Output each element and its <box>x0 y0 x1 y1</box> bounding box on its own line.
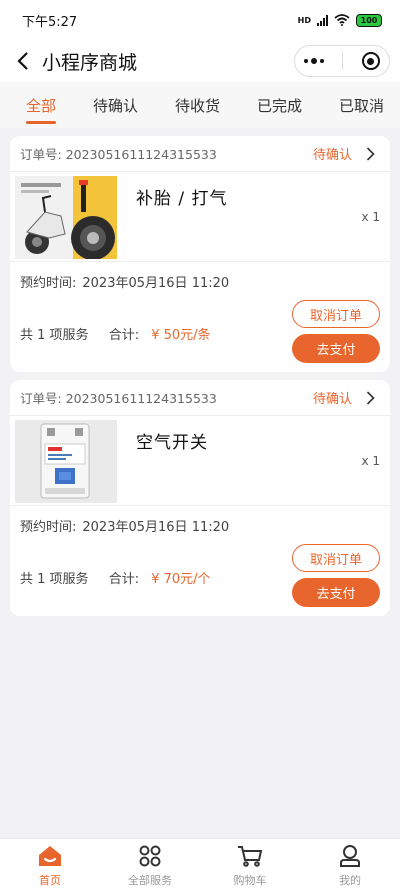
service-count: 共 1 项服务 <box>20 572 89 587</box>
cancel-order-button[interactable]: 取消订单 <box>292 300 380 328</box>
tabbar-label: 我的 <box>339 874 361 887</box>
tab-all[interactable]: 全部 <box>26 87 57 124</box>
booking-time-label: 预约时间: <box>20 519 77 535</box>
pay-button[interactable]: 去支付 <box>292 578 380 607</box>
product-quantity: x 1 <box>361 454 380 468</box>
order-status: 待确认 <box>312 392 352 407</box>
miniprogram-capsule <box>294 45 390 77</box>
booking-time-line: 预约时间: 2023年05月16日 11:20 <box>10 262 390 300</box>
order-item[interactable]: 补胎 / 打气 x 1 <box>10 172 390 262</box>
booking-time: 2023年05月16日 11:20 <box>82 519 230 535</box>
user-icon <box>337 844 363 868</box>
order-summary: 共 1 项服务 合计: ¥ 70元/个 <box>20 568 211 587</box>
tab-cancelled[interactable]: 已取消 <box>339 87 384 124</box>
tabbar-label: 购物车 <box>233 874 267 887</box>
order-card[interactable]: 订单号: 2023051611124315533 待确认 补胎 / 打气 x 1… <box>10 136 390 372</box>
order-header: 订单号: 2023051611124315533 待确认 <box>10 380 390 416</box>
order-number-line: 订单号: 2023051611124315533 <box>20 144 313 163</box>
status-bar: 下午5:27 HD 100 <box>0 0 400 40</box>
tabbar-item-home[interactable]: 首页 <box>0 839 100 893</box>
tabbar-item-mine[interactable]: 我的 <box>300 839 400 893</box>
order-number-label: 订单号: <box>20 391 62 406</box>
tabbar-item-cart[interactable]: 购物车 <box>200 839 300 893</box>
product-image-breaker <box>15 420 117 503</box>
pay-button[interactable]: 去支付 <box>292 334 380 363</box>
back-arrow-icon[interactable] <box>12 50 34 72</box>
order-number-line: 订单号: 2023051611124315533 <box>20 388 313 407</box>
grid-icon <box>137 844 163 868</box>
network-label: HD <box>297 15 311 25</box>
service-count: 共 1 项服务 <box>20 328 89 343</box>
tabbar-label: 全部服务 <box>128 874 172 887</box>
order-number: 2023051611124315533 <box>65 147 217 162</box>
product-name: 空气开关 <box>136 433 208 453</box>
booking-time-label: 预约时间: <box>20 275 77 291</box>
order-number: 2023051611124315533 <box>65 391 217 406</box>
total-price: ¥ 50元/条 <box>151 328 211 343</box>
tab-to-confirm[interactable]: 待确认 <box>93 87 138 124</box>
status-icons: HD 100 <box>297 13 382 27</box>
order-status: 待确认 <box>312 148 352 163</box>
product-name: 补胎 / 打气 <box>136 189 228 209</box>
cancel-order-button[interactable]: 取消订单 <box>292 544 380 572</box>
capsule-divider <box>342 52 344 70</box>
more-icon[interactable] <box>304 57 325 64</box>
product-quantity: x 1 <box>361 210 380 224</box>
total-label: 合计: <box>108 572 140 587</box>
close-miniprogram-icon[interactable] <box>361 52 380 70</box>
nav-bar: 小程序商城 <box>0 40 400 82</box>
page-title: 小程序商城 <box>42 51 138 74</box>
bottom-tab-bar: 首页 全部服务 购物车 我的 <box>0 838 400 893</box>
battery-icon: 100 <box>356 13 382 27</box>
tab-to-receive[interactable]: 待收货 <box>175 87 220 124</box>
status-time: 下午5:27 <box>22 14 78 30</box>
tab-completed[interactable]: 已完成 <box>257 87 302 124</box>
booking-time-line: 预约时间: 2023年05月16日 11:20 <box>10 506 390 544</box>
order-status-tabs: 全部 待确认 待收货 已完成 已取消 <box>0 82 400 128</box>
home-icon <box>37 844 63 868</box>
total-label: 合计: <box>108 328 140 343</box>
order-summary: 共 1 项服务 合计: ¥ 50元/条 <box>20 324 211 343</box>
top-header: 下午5:27 HD 100 小程序商城 <box>0 0 400 82</box>
order-card[interactable]: 订单号: 2023051611124315533 待确认 空气开关 x 1 预约… <box>10 380 390 616</box>
chevron-right-icon[interactable] <box>366 146 378 161</box>
product-image-scooter <box>15 176 117 259</box>
wifi-icon <box>334 14 350 26</box>
cart-icon <box>237 844 263 868</box>
order-header: 订单号: 2023051611124315533 待确认 <box>10 136 390 172</box>
tabbar-label: 首页 <box>39 874 61 887</box>
battery-level: 100 <box>360 15 378 25</box>
order-number-label: 订单号: <box>20 147 62 162</box>
tabbar-item-all-services[interactable]: 全部服务 <box>100 839 200 893</box>
order-footer: 共 1 项服务 合计: ¥ 70元/个 取消订单 去支付 <box>10 544 390 607</box>
signal-icon <box>317 14 328 26</box>
total-price: ¥ 70元/个 <box>151 572 211 587</box>
order-item[interactable]: 空气开关 x 1 <box>10 416 390 506</box>
order-footer: 共 1 项服务 合计: ¥ 50元/条 取消订单 去支付 <box>10 300 390 363</box>
booking-time: 2023年05月16日 11:20 <box>82 275 230 291</box>
chevron-right-icon[interactable] <box>366 390 378 405</box>
